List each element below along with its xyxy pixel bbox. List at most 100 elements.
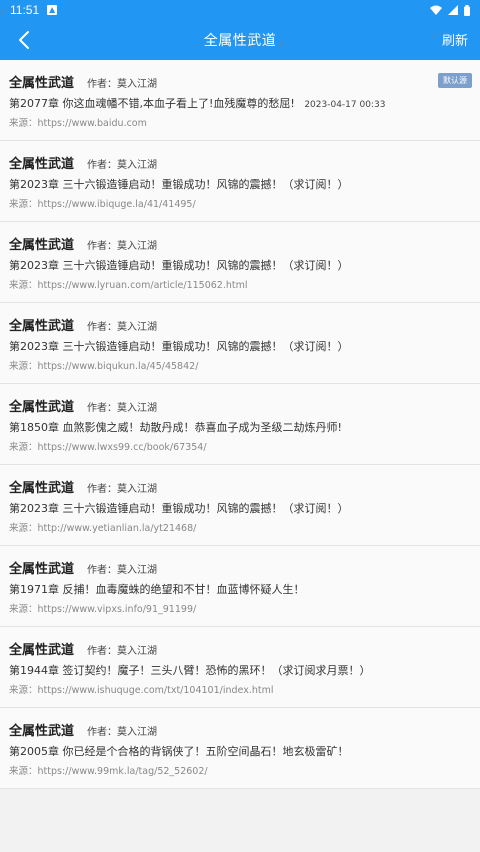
book-title: 全属性武道 (9, 481, 75, 496)
book-title: 全属性武道 (9, 562, 75, 577)
author-name: 莫入江湖 (117, 727, 158, 738)
latest-chapter: 第2023章 三十六锻造锤启动！重锻成功！风锦的震撼！（求订阅！） (9, 257, 471, 277)
author-label: 作者： (87, 79, 118, 90)
source-line: 来源：https://www.baidu.com (9, 115, 471, 129)
status-left: 11:51 (10, 3, 58, 17)
source-line: 来源：https://www.vipxs.info/91_91199/ (9, 601, 471, 615)
author-label: 作者： (87, 484, 118, 495)
book-title: 全属性武道 (9, 724, 75, 739)
app-bar: 全属性武道 刷新 (0, 20, 480, 60)
source-url: https://www.baidu.com (37, 118, 147, 129)
source-line: 来源：https://www.biqukun.la/45/45842/ (9, 358, 471, 372)
back-button[interactable] (10, 26, 38, 54)
book-title: 全属性武道 (9, 319, 75, 334)
latest-chapter: 第2077章 你这血魂幡不错,本血子看上了!血残魔尊的愁屈! 2023-04-1… (9, 95, 471, 115)
book-title: 全属性武道 (9, 76, 75, 91)
source-label: 来源： (9, 442, 38, 453)
source-list-item[interactable]: 全属性武道 作者： 莫入江湖 第2023章 三十六锻造锤启动！重锻成功！风锦的震… (0, 141, 480, 222)
default-source-badge: 默认源 (438, 73, 472, 88)
author-label: 作者： (87, 403, 118, 414)
source-list-item[interactable]: 全属性武道 作者： 莫入江湖 第1944章 签订契约！魔子！三头八臂！恐怖的黑环… (0, 627, 480, 708)
update-time: 2023-04-17 00:33 (304, 100, 386, 110)
item-header: 全属性武道 作者： 莫入江湖 (9, 153, 471, 175)
author-label: 作者： (87, 322, 118, 333)
book-title: 全属性武道 (9, 238, 75, 253)
latest-chapter: 第1971章 反捕！血毒魔蛛的绝望和不甘！血蓝博怀疑人生！ (9, 581, 471, 601)
status-bar: 11:51 (0, 0, 480, 20)
source-list-item[interactable]: 全属性武道 作者： 莫入江湖 第1971章 反捕！血毒魔蛛的绝望和不甘！血蓝博怀… (0, 546, 480, 627)
author-name: 莫入江湖 (117, 646, 158, 657)
signal-icon (448, 5, 458, 15)
item-header: 全属性武道 作者： 莫入江湖 (9, 72, 471, 94)
source-label: 来源： (9, 685, 38, 696)
book-title: 全属性武道 (9, 157, 75, 172)
source-line: 来源：https://www.ishuquge.com/txt/104101/i… (9, 682, 471, 696)
source-label: 来源： (9, 766, 38, 777)
source-url: https://www.ibiquge.la/41/41495/ (37, 199, 196, 210)
chapter-title: 第1971章 反捕！血毒魔蛛的绝望和不甘！血蓝博怀疑人生！ (9, 583, 305, 596)
source-label: 来源： (9, 523, 38, 534)
source-line: 来源：https://www.lwxs99.cc/book/67354/ (9, 439, 471, 453)
source-url: https://www.ishuquge.com/txt/104101/inde… (37, 685, 274, 696)
item-header: 全属性武道 作者： 莫入江湖 (9, 234, 471, 256)
latest-chapter: 第1850章 血煞影傀之威！劫散丹成！恭喜血子成为圣级二劫炼丹师! (9, 419, 471, 439)
chapter-title: 第2023章 三十六锻造锤启动！重锻成功！风锦的震撼！（求订阅！） (9, 178, 349, 191)
latest-chapter: 第2023章 三十六锻造锤启动！重锻成功！风锦的震撼！（求订阅！） (9, 500, 471, 520)
wifi-icon (430, 5, 442, 15)
item-header: 全属性武道 作者： 莫入江湖 (9, 477, 471, 499)
source-list-item[interactable]: 全属性武道 作者： 莫入江湖 第2005章 你已经是个合格的背锅侠了！五阶空间晶… (0, 708, 480, 789)
source-list: 全属性武道 作者： 莫入江湖 第2077章 你这血魂幡不错,本血子看上了!血残魔… (0, 60, 480, 789)
source-label: 来源： (9, 199, 38, 210)
source-url: https://www.biqukun.la/45/45842/ (37, 361, 199, 372)
book-title: 全属性武道 (9, 643, 75, 658)
latest-chapter: 第1944章 签订契约！魔子！三头八臂！恐怖的黑环！（求订阅求月票！） (9, 662, 471, 682)
source-list-item[interactable]: 全属性武道 作者： 莫入江湖 第1850章 血煞影傀之威！劫散丹成！恭喜血子成为… (0, 384, 480, 465)
latest-chapter: 第2023章 三十六锻造锤启动！重锻成功！风锦的震撼！（求订阅！） (9, 176, 471, 196)
author-name: 莫入江湖 (117, 160, 158, 171)
item-header: 全属性武道 作者： 莫入江湖 (9, 639, 471, 661)
author-name: 莫入江湖 (117, 322, 158, 333)
source-list-item[interactable]: 全属性武道 作者： 莫入江湖 第2023章 三十六锻造锤启动！重锻成功！风锦的震… (0, 303, 480, 384)
source-url: http://www.yetianlian.la/yt21468/ (37, 523, 197, 534)
source-line: 来源：https://www.99mk.la/tag/52_52602/ (9, 763, 471, 777)
page-title: 全属性武道 (203, 33, 277, 49)
source-list-item[interactable]: 全属性武道 作者： 莫入江湖 第2077章 你这血魂幡不错,本血子看上了!血残魔… (0, 60, 480, 141)
status-right (430, 4, 470, 16)
notification-icon (47, 5, 58, 15)
author-label: 作者： (87, 160, 118, 171)
source-url: https://www.lyruan.com/article/115062.ht… (37, 280, 248, 291)
source-list-item[interactable]: 全属性武道 作者： 莫入江湖 第2023章 三十六锻造锤启动！重锻成功！风锦的震… (0, 465, 480, 546)
chapter-title: 第2077章 你这血魂幡不错,本血子看上了!血残魔尊的愁屈! (9, 97, 295, 110)
author-name: 莫入江湖 (117, 403, 158, 414)
item-header: 全属性武道 作者： 莫入江湖 (9, 720, 471, 742)
item-header: 全属性武道 作者： 莫入江湖 (9, 396, 471, 418)
refresh-button[interactable]: 刷新 (442, 30, 468, 49)
chapter-title: 第2005章 你已经是个合格的背锅侠了！五阶空间晶石！地玄极雷矿！ (9, 745, 349, 758)
chapter-title: 第1850章 血煞影傀之威！劫散丹成！恭喜血子成为圣级二劫炼丹师! (9, 421, 342, 434)
item-header: 全属性武道 作者： 莫入江湖 (9, 558, 471, 580)
status-time: 11:51 (10, 3, 40, 17)
source-url: https://www.lwxs99.cc/book/67354/ (37, 442, 207, 453)
source-list-item[interactable]: 全属性武道 作者： 莫入江湖 第2023章 三十六锻造锤启动！重锻成功！风锦的震… (0, 222, 480, 303)
source-url: https://www.vipxs.info/91_91199/ (37, 604, 197, 615)
author-label: 作者： (87, 727, 118, 738)
source-line: 来源：http://www.yetianlian.la/yt21468/ (9, 520, 471, 534)
author-label: 作者： (87, 241, 118, 252)
author-name: 莫入江湖 (117, 241, 158, 252)
source-url: https://www.99mk.la/tag/52_52602/ (37, 766, 208, 777)
chapter-title: 第2023章 三十六锻造锤启动！重锻成功！风锦的震撼！（求订阅！） (9, 502, 349, 515)
author-name: 莫入江湖 (117, 565, 158, 576)
author-label: 作者： (87, 565, 118, 576)
chevron-left-icon (19, 31, 29, 49)
item-header: 全属性武道 作者： 莫入江湖 (9, 315, 471, 337)
book-title: 全属性武道 (9, 400, 75, 415)
latest-chapter: 第2023章 三十六锻造锤启动！重锻成功！风锦的震撼！（求订阅！） (9, 338, 471, 358)
source-label: 来源： (9, 118, 38, 129)
chapter-title: 第2023章 三十六锻造锤启动！重锻成功！风锦的震撼！（求订阅！） (9, 340, 349, 353)
chapter-title: 第1944章 签订契约！魔子！三头八臂！恐怖的黑环！（求订阅求月票！） (9, 664, 371, 677)
source-line: 来源：https://www.lyruan.com/article/115062… (9, 277, 471, 291)
chapter-title: 第2023章 三十六锻造锤启动！重锻成功！风锦的震撼！（求订阅！） (9, 259, 349, 272)
author-name: 莫入江湖 (117, 79, 158, 90)
author-label: 作者： (87, 646, 118, 657)
battery-icon (464, 4, 470, 16)
